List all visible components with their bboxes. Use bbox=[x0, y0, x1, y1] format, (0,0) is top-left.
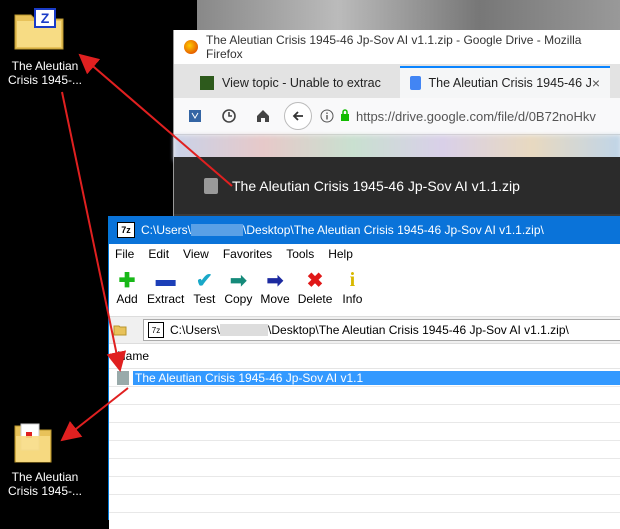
info-button[interactable]: i Info bbox=[340, 264, 364, 316]
background-window-strip bbox=[197, 0, 620, 30]
tab-view-topic[interactable]: View topic - Unable to extrac bbox=[190, 68, 400, 98]
delete-icon: ✖ bbox=[306, 269, 324, 292]
move-button[interactable]: ➡ Move bbox=[260, 264, 289, 316]
desktop-folder-item[interactable]: The Aleutian Crisis 1945-... bbox=[0, 466, 90, 498]
address-suffix: \Desktop\The Aleutian Crisis 1945-46 Jp-… bbox=[268, 323, 569, 337]
tab-label: View topic - Unable to extrac bbox=[222, 76, 381, 90]
extract-label: Extract bbox=[147, 292, 185, 306]
menu-favorites[interactable]: Favorites bbox=[223, 247, 272, 261]
redacted-username bbox=[191, 224, 244, 236]
desktop-zip-item[interactable]: The Aleutian Crisis 1945-... bbox=[0, 55, 90, 87]
title-suffix: \Desktop\The Aleutian Crisis 1945-46 Jp-… bbox=[243, 223, 544, 237]
copy-icon: ➡ bbox=[229, 269, 247, 292]
lock-icon bbox=[340, 108, 350, 124]
svg-text:Z: Z bbox=[41, 10, 50, 26]
delete-button[interactable]: ✖ Delete bbox=[298, 264, 333, 316]
firefox-logo-icon bbox=[184, 40, 198, 54]
add-icon: ✚ bbox=[118, 269, 136, 292]
tab-label: The Aleutian Crisis 1945-46 J bbox=[428, 76, 592, 90]
extract-icon: ▬ bbox=[155, 268, 176, 291]
forum-favicon-icon bbox=[200, 76, 214, 90]
tab-bar: View topic - Unable to extrac The Aleuti… bbox=[174, 64, 620, 98]
info-icon: i bbox=[349, 268, 356, 291]
move-label: Move bbox=[260, 292, 290, 306]
path-input[interactable]: 7z C:\Users\ \Desktop\The Aleutian Crisis… bbox=[143, 319, 620, 341]
test-label: Test bbox=[193, 292, 216, 306]
zip-file-icon[interactable]: Z bbox=[13, 7, 65, 56]
extract-button[interactable]: ▬ Extract bbox=[147, 264, 184, 316]
info-circle-icon[interactable] bbox=[320, 109, 334, 123]
test-icon: ✔ bbox=[195, 269, 213, 292]
list-item-name: The Aleutian Crisis 1945-46 Jp-Sov AI v1… bbox=[133, 371, 620, 385]
drive-file-header: The Aleutian Crisis 1945-46 Jp-Sov AI v1… bbox=[174, 157, 620, 214]
folder-up-icon[interactable] bbox=[113, 322, 127, 339]
menu-edit[interactable]: Edit bbox=[148, 247, 169, 261]
add-label: Add bbox=[116, 292, 138, 306]
column-name-label: Name bbox=[117, 349, 150, 363]
copy-label: Copy bbox=[224, 292, 253, 306]
sevenzip-window: 7z C:\Users\ \Desktop\The Aleutian Crisis… bbox=[108, 216, 620, 529]
toolbar: ✚ Add ▬ Extract ✔ Test ➡ Copy ➡ Move ✖ D… bbox=[109, 264, 620, 316]
info-label: Info bbox=[342, 292, 363, 306]
folder-icon[interactable] bbox=[13, 420, 53, 469]
url-bar[interactable]: https://drive.google.com/file/d/0B72noHk… bbox=[320, 109, 596, 124]
move-icon: ➡ bbox=[266, 269, 284, 292]
address-bar: 7z C:\Users\ \Desktop\The Aleutian Crisis… bbox=[109, 316, 620, 344]
title-prefix: C:\Users\ bbox=[141, 223, 192, 237]
menu-tools[interactable]: Tools bbox=[286, 247, 314, 261]
address-prefix: C:\Users\ bbox=[170, 323, 221, 337]
drive-file-title: The Aleutian Crisis 1945-46 Jp-Sov AI v1… bbox=[232, 177, 520, 194]
sevenzip-titlebar: 7z C:\Users\ \Desktop\The Aleutian Crisis… bbox=[109, 216, 620, 244]
redacted-username bbox=[220, 324, 269, 336]
bookmark-icon[interactable] bbox=[182, 103, 208, 129]
firefox-window: The Aleutian Crisis 1945-46 Jp-Sov AI v1… bbox=[173, 30, 620, 230]
menu-help[interactable]: Help bbox=[328, 247, 353, 261]
archive-icon: 7z bbox=[148, 322, 164, 338]
folder-item-icon bbox=[117, 371, 129, 385]
column-header-name[interactable]: Name bbox=[109, 344, 620, 369]
back-button[interactable] bbox=[284, 102, 312, 130]
home-icon[interactable] bbox=[250, 103, 276, 129]
add-button[interactable]: ✚ Add bbox=[115, 264, 139, 316]
copy-button[interactable]: ➡ Copy bbox=[224, 264, 252, 316]
firefox-titlebar: The Aleutian Crisis 1945-46 Jp-Sov AI v1… bbox=[174, 30, 620, 64]
history-icon[interactable] bbox=[216, 103, 242, 129]
tab-google-drive[interactable]: The Aleutian Crisis 1945-46 J × bbox=[400, 66, 610, 98]
menu-file[interactable]: File bbox=[115, 247, 134, 261]
folder-label: The Aleutian Crisis 1945-... bbox=[7, 470, 83, 498]
window-title: The Aleutian Crisis 1945-46 Jp-Sov AI v1… bbox=[205, 33, 582, 61]
delete-label: Delete bbox=[297, 292, 333, 306]
navigation-bar: https://drive.google.com/file/d/0B72noHk… bbox=[174, 98, 620, 135]
close-icon[interactable]: × bbox=[592, 75, 600, 91]
zip-file-label: The Aleutian Crisis 1945-... bbox=[7, 59, 83, 87]
menu-view[interactable]: View bbox=[183, 247, 209, 261]
list-item[interactable]: The Aleutian Crisis 1945-46 Jp-Sov AI v1… bbox=[109, 369, 620, 387]
sevenzip-logo-icon: 7z bbox=[117, 222, 135, 238]
document-icon bbox=[204, 177, 218, 194]
url-text: https://drive.google.com/file/d/0B72noHk… bbox=[356, 108, 596, 124]
menu-bar: File Edit View Favorites Tools Help bbox=[109, 244, 620, 264]
test-button[interactable]: ✔ Test bbox=[192, 264, 216, 316]
file-list: The Aleutian Crisis 1945-46 Jp-Sov AI v1… bbox=[109, 369, 620, 529]
drive-doc-favicon-icon bbox=[410, 76, 421, 90]
